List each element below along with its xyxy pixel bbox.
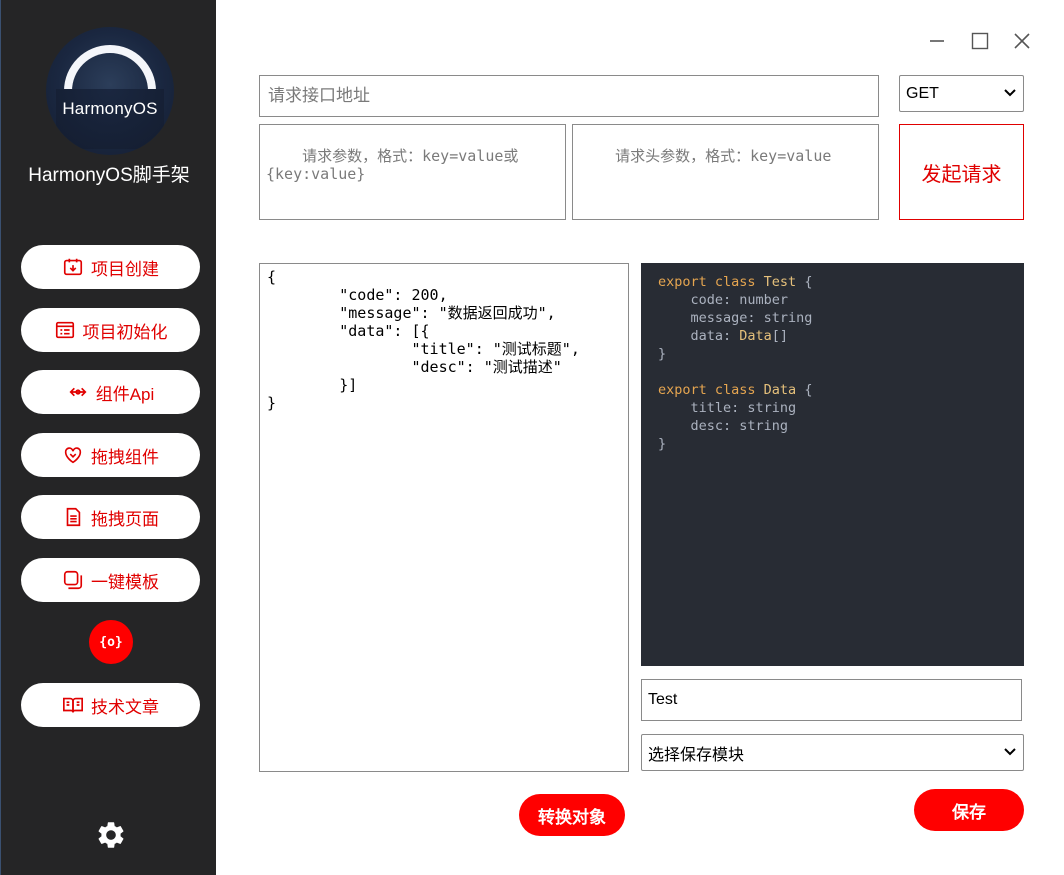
nav-label: 项目创建 bbox=[91, 259, 159, 279]
code-token: Test bbox=[763, 274, 797, 290]
json-convert-nav-button[interactable]: {o} bbox=[89, 620, 133, 664]
json-input-textarea[interactable]: { "code": 200, "message": "数据返回成功", "dat… bbox=[259, 263, 629, 772]
code-token: export class bbox=[658, 382, 764, 398]
sidebar: HarmonyOS HarmonyOS脚手架 项目创建 项目初始化 组件Api bbox=[0, 0, 216, 875]
module-select-value: 选择保存模块 bbox=[648, 746, 745, 764]
code-token: code: number bbox=[658, 292, 789, 308]
logo-text: HarmonyOS bbox=[62, 99, 158, 118]
code-token: message: string bbox=[658, 310, 813, 326]
code-token: Data bbox=[763, 382, 797, 398]
convert-object-button[interactable]: 转换对象 bbox=[519, 794, 625, 836]
save-label: 保存 bbox=[952, 802, 986, 822]
gear-icon[interactable] bbox=[95, 819, 127, 851]
params-textarea[interactable]: 请求参数，格式：key=value或{key:value} bbox=[259, 124, 566, 220]
code-token: export class bbox=[658, 274, 764, 290]
code-token: Data bbox=[739, 328, 772, 344]
nav-drag-component-button[interactable]: 拖拽组件 bbox=[21, 433, 200, 477]
drag-page-icon bbox=[62, 506, 84, 528]
class-name-input[interactable]: Test bbox=[641, 679, 1022, 721]
headers-textarea[interactable]: 请求头参数，格式：key=value bbox=[572, 124, 879, 220]
harmonyos-logo: HarmonyOS bbox=[46, 27, 174, 155]
code-token: } bbox=[658, 436, 667, 452]
code-output: export class Test { code: number message… bbox=[641, 263, 1024, 666]
chevron-down-icon bbox=[1003, 744, 1017, 762]
nav-label: 拖拽组件 bbox=[91, 447, 159, 467]
convert-object-label: 转换对象 bbox=[538, 807, 606, 827]
send-request-label: 发起请求 bbox=[921, 163, 1002, 186]
nav-project-create-button[interactable]: 项目创建 bbox=[21, 245, 200, 289]
project-init-icon bbox=[54, 319, 76, 341]
project-create-icon bbox=[62, 256, 84, 278]
nav-project-init-button[interactable]: 项目初始化 bbox=[21, 308, 200, 352]
code-line: } bbox=[658, 435, 1007, 453]
app-window: HarmonyOS HarmonyOS脚手架 项目创建 项目初始化 组件Api bbox=[0, 0, 1064, 875]
app-title: HarmonyOS脚手架 bbox=[28, 165, 190, 186]
code-token: data: bbox=[658, 328, 740, 344]
code-token: } bbox=[658, 346, 667, 362]
code-line: message: string bbox=[658, 309, 1007, 327]
code-token: [] bbox=[771, 328, 789, 344]
nav-label: 一键模板 bbox=[91, 572, 159, 592]
braces-icon: {o} bbox=[99, 634, 123, 650]
code-line: code: number bbox=[658, 291, 1007, 309]
maximize-icon[interactable] bbox=[969, 30, 991, 52]
nav-label: 项目初始化 bbox=[82, 322, 168, 342]
send-request-button[interactable]: 发起请求 bbox=[899, 124, 1024, 220]
params-placeholder: 请求参数，格式：key=value或{key:value} bbox=[266, 147, 519, 183]
code-line: desc: string bbox=[658, 417, 1007, 435]
url-input[interactable] bbox=[259, 75, 879, 117]
nav-label: 技术文章 bbox=[91, 697, 159, 717]
module-select[interactable]: 选择保存模块 bbox=[641, 734, 1024, 771]
component-api-icon bbox=[67, 381, 89, 403]
code-line: title: string bbox=[658, 399, 1007, 417]
save-button[interactable]: 保存 bbox=[914, 789, 1024, 831]
nav-label: 组件Api bbox=[95, 384, 155, 404]
drag-component-icon bbox=[62, 444, 84, 466]
class-name-value: Test bbox=[648, 691, 678, 708]
nav-label: 拖拽页面 bbox=[91, 509, 159, 529]
nav-drag-page-button[interactable]: 拖拽页面 bbox=[21, 495, 200, 539]
code-line: export class Test { bbox=[658, 273, 1007, 291]
nav-article-button[interactable]: 技术文章 bbox=[21, 683, 200, 727]
close-icon[interactable] bbox=[1011, 30, 1033, 52]
nav-template-button[interactable]: 一键模板 bbox=[21, 558, 200, 602]
template-icon bbox=[62, 569, 84, 591]
code-token: { bbox=[796, 382, 813, 398]
code-line: } bbox=[658, 345, 1007, 363]
code-token: { bbox=[796, 274, 813, 290]
chevron-down-icon bbox=[1003, 85, 1017, 103]
nav-component-api-button[interactable]: 组件Api bbox=[21, 370, 200, 414]
code-line: data: Data[] bbox=[658, 327, 1007, 345]
code-token: desc: string bbox=[658, 418, 789, 434]
code-line: export class Data { bbox=[658, 381, 1007, 399]
minimize-icon[interactable] bbox=[926, 30, 948, 52]
book-icon bbox=[62, 694, 84, 716]
method-select[interactable]: GET bbox=[899, 75, 1024, 112]
code-token: title: string bbox=[658, 400, 797, 416]
method-value: GET bbox=[906, 84, 939, 102]
headers-placeholder: 请求头参数，格式：key=value bbox=[615, 147, 832, 165]
